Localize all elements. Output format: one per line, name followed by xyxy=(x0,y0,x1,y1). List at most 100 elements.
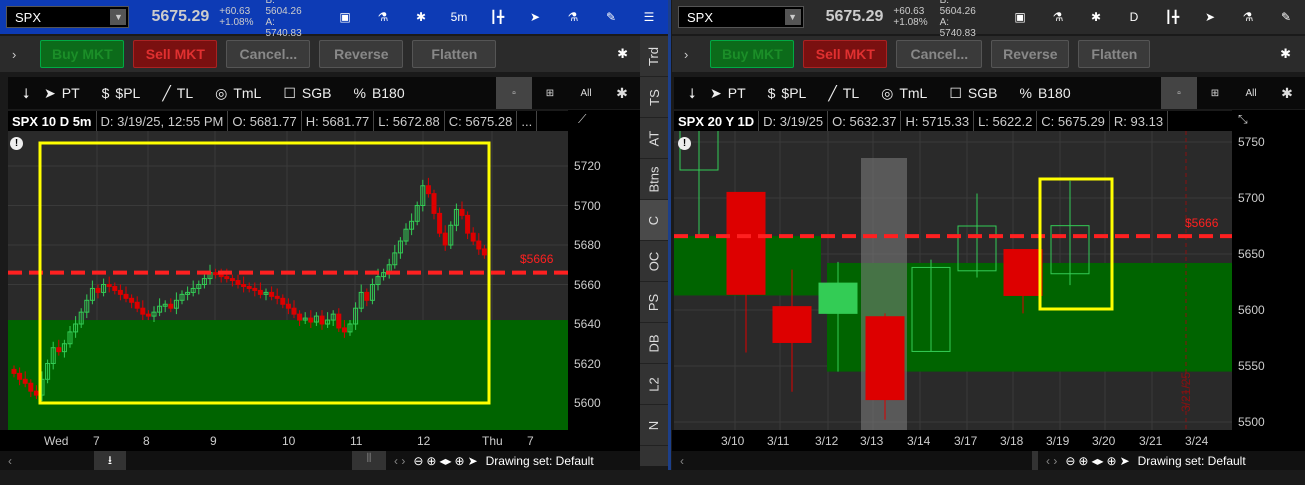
scroll-left-icon[interactable]: ‹ xyxy=(8,454,12,468)
zoom-out-icon[interactable]: ⊖ xyxy=(1065,454,1075,468)
chevron-down-icon[interactable]: ▼ xyxy=(784,9,801,25)
scroll-arrows-icon[interactable]: ‹ › xyxy=(1046,454,1057,468)
side-tab-trd[interactable]: Trd xyxy=(640,36,668,77)
scrollbar-thumb[interactable] xyxy=(1032,451,1038,470)
alert-icon[interactable]: ! xyxy=(678,137,691,150)
cursor-icon[interactable]: ➤ xyxy=(1120,454,1130,468)
zoom-in-icon[interactable]: ⊕ xyxy=(1078,454,1088,468)
side-tab-ps[interactable]: PS xyxy=(640,282,668,323)
pin-icon[interactable]: ⭳ xyxy=(94,451,126,470)
crosshair-icon[interactable]: ⊕ xyxy=(455,454,465,468)
pin-icon[interactable]: ⭣ xyxy=(8,85,44,102)
tool-spl[interactable]: $ $PL xyxy=(102,85,141,101)
aggregation-button[interactable]: 5m xyxy=(440,10,478,24)
gear-icon[interactable]: ✱ xyxy=(604,77,640,109)
menu-icon[interactable]: ☰ xyxy=(630,10,668,24)
single-layout-icon[interactable]: ▫ xyxy=(496,77,532,109)
sell-mkt-button[interactable]: Sell MKT xyxy=(803,40,888,68)
pan-icon[interactable]: ◂▸ xyxy=(439,454,451,468)
right-chart-plot[interactable] xyxy=(674,131,1232,430)
expand-icon[interactable]: › xyxy=(12,47,16,62)
tool-b180[interactable]: % B180 xyxy=(353,85,404,101)
crosshair-icon[interactable]: ⊕ xyxy=(1107,454,1117,468)
alert-icon[interactable]: ! xyxy=(10,137,23,150)
cursor-icon[interactable]: ➤ xyxy=(468,454,478,468)
side-tab-label: TS xyxy=(646,88,662,106)
side-tab-c[interactable]: C xyxy=(640,200,668,241)
pan-icon[interactable]: ◂▸ xyxy=(1091,454,1103,468)
right-price-axis[interactable]: ⤡ xyxy=(1232,110,1305,430)
all-button[interactable]: All xyxy=(568,77,604,109)
panel-divider[interactable] xyxy=(668,0,671,470)
side-tab-db[interactable]: DB xyxy=(640,323,668,364)
scroll-left-icon[interactable]: ‹ › xyxy=(394,454,405,468)
study-icon[interactable]: ⚗ xyxy=(1229,10,1267,24)
tool-sgb[interactable]: ☐ SGB xyxy=(949,85,997,102)
side-tab-oc[interactable]: OC xyxy=(640,241,668,282)
drawing-set-selector[interactable]: Drawing set: Default xyxy=(1138,454,1246,468)
flatten-button[interactable]: Flatten xyxy=(1078,40,1151,68)
zoom-in-icon[interactable]: ⊕ xyxy=(426,454,436,468)
tool-pt[interactable]: ➤ PT xyxy=(44,85,80,102)
tool-pt[interactable]: ➤ PT xyxy=(710,85,746,102)
side-tab-btns[interactable]: Btns xyxy=(640,159,668,200)
chevron-down-icon[interactable]: ▼ xyxy=(110,9,127,25)
tool-tl[interactable]: ╱ TL xyxy=(162,85,193,102)
expand-icon[interactable]: › xyxy=(684,47,688,62)
aggregation-button[interactable]: D xyxy=(1115,10,1153,24)
reverse-button[interactable]: Reverse xyxy=(319,40,404,68)
gear-icon[interactable]: ✱ xyxy=(402,10,440,24)
flask-icon[interactable]: ⚗ xyxy=(364,10,402,24)
scroll-left-icon[interactable]: ‹ xyxy=(680,454,684,468)
reverse-button[interactable]: Reverse xyxy=(991,40,1070,68)
zoom-out-icon[interactable]: ⊖ xyxy=(413,454,423,468)
buy-mkt-button[interactable]: Buy MKT xyxy=(710,40,795,68)
cursor-icon[interactable]: ➤ xyxy=(516,10,554,24)
info-more[interactable]: ... xyxy=(517,111,538,132)
cancel-button[interactable]: Cancel... xyxy=(226,40,311,68)
tool-tml[interactable]: ◎ TmL xyxy=(881,85,927,102)
expand-collapse-icon[interactable]: ⤡ xyxy=(1238,112,1248,127)
candle-body xyxy=(28,382,34,392)
tool-spl[interactable]: $ $PL xyxy=(768,85,807,101)
sell-mkt-button[interactable]: Sell MKT xyxy=(133,40,218,68)
drawing-set-selector[interactable]: Drawing set: Default xyxy=(486,454,594,468)
left-chart-plot[interactable] xyxy=(8,131,568,430)
scrollbar-thumb[interactable]: ⫴ xyxy=(352,451,386,470)
tool-b180[interactable]: % B180 xyxy=(1019,85,1070,101)
candle-style-icon[interactable]: ┃╋ xyxy=(478,10,516,24)
axis-style-icon[interactable]: ⟋ xyxy=(578,112,586,127)
side-tab-l2[interactable]: L2 xyxy=(640,364,668,405)
cursor-icon: ➤ xyxy=(44,84,56,101)
cursor-icon[interactable]: ➤ xyxy=(1191,10,1229,24)
gear-icon[interactable]: ✱ xyxy=(617,46,628,62)
tool-sgb[interactable]: ☐ SGB xyxy=(283,85,331,102)
pin-icon[interactable]: ⭣ xyxy=(674,85,710,102)
gear-icon[interactable]: ✱ xyxy=(1269,77,1305,109)
side-tab-ts[interactable]: TS xyxy=(640,77,668,118)
tool-tl[interactable]: ╱ TL xyxy=(828,85,859,102)
side-tab-at[interactable]: AT xyxy=(640,118,668,159)
drawing-icon[interactable]: ✎ xyxy=(592,10,630,24)
grid-layout-icon[interactable]: ⊞ xyxy=(532,77,568,109)
symbol-input[interactable]: SPX ▼ xyxy=(678,6,804,28)
drawing-icon[interactable]: ✎ xyxy=(1267,10,1305,24)
gear-icon[interactable]: ✱ xyxy=(1280,46,1291,62)
gear-icon[interactable]: ✱ xyxy=(1077,10,1115,24)
buy-mkt-button[interactable]: Buy MKT xyxy=(40,40,125,68)
candle-body xyxy=(269,291,275,297)
cancel-button[interactable]: Cancel... xyxy=(896,40,983,68)
grid-layout-icon[interactable]: ⊞ xyxy=(1197,77,1233,109)
study-icon[interactable]: ⚗ xyxy=(554,10,592,24)
flatten-button[interactable]: Flatten xyxy=(412,40,497,68)
flask-icon[interactable]: ⚗ xyxy=(1039,10,1077,24)
all-button[interactable]: All xyxy=(1233,77,1269,109)
symbol-input[interactable]: SPX ▼ xyxy=(6,6,130,28)
left-price-axis[interactable]: ⟋ xyxy=(568,110,640,430)
candle-style-icon[interactable]: ┃╋ xyxy=(1153,10,1191,24)
side-tab-n[interactable]: N xyxy=(640,405,668,446)
news-icon[interactable]: ▣ xyxy=(1001,10,1039,24)
single-layout-icon[interactable]: ▫ xyxy=(1161,77,1197,109)
tool-tml[interactable]: ◎ TmL xyxy=(215,85,261,102)
news-icon[interactable]: ▣ xyxy=(326,10,364,24)
